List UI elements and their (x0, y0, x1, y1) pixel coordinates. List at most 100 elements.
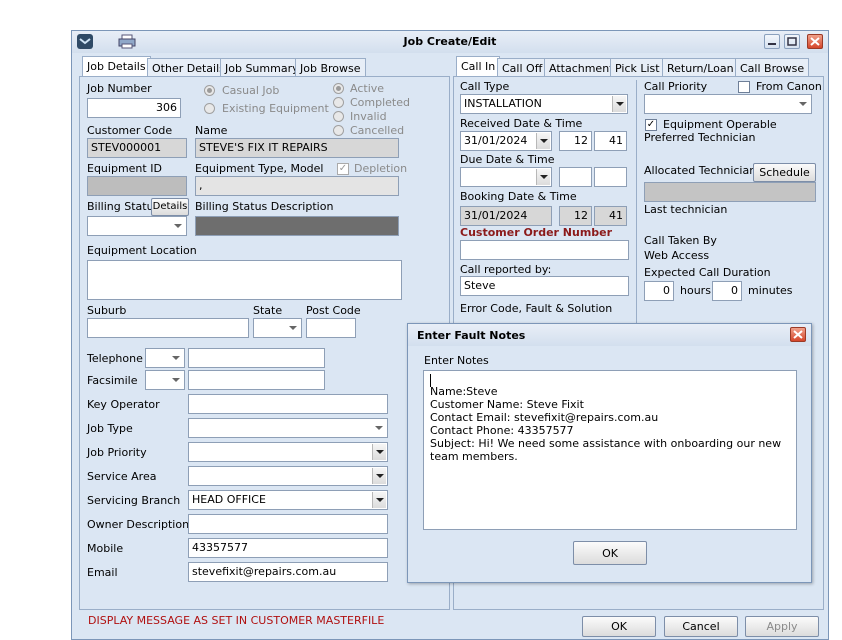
email-label: Email (87, 566, 118, 579)
call-reported-by-input[interactable]: Steve (460, 276, 629, 296)
dialog-ok-button[interactable]: OK (573, 541, 647, 565)
maximize-button[interactable] (784, 34, 800, 49)
state-select[interactable] (253, 318, 302, 338)
mobile-input[interactable]: 43357577 (188, 538, 388, 558)
equipment-operable-checkbox[interactable]: ✓ (645, 119, 657, 131)
status-active-radio[interactable] (333, 83, 344, 94)
schedule-button[interactable]: Schedule (753, 163, 816, 182)
tab-job-browse[interactable]: Job Browse (295, 58, 366, 77)
fault-notes-textarea[interactable]: Name:Steve Customer Name: Steve Fixit Co… (423, 370, 797, 530)
existing-equipment-label: Existing Equipment (222, 102, 329, 115)
note-line: Name:Steve (430, 385, 498, 398)
equipment-id-field[interactable] (87, 176, 187, 196)
facsimile-label: Facsimile (87, 374, 138, 387)
allocated-technician-label: Allocated Technician (644, 164, 757, 177)
minutes-label: minutes (748, 284, 793, 297)
dialog-close-button[interactable] (790, 327, 806, 342)
equipment-type-field: , (195, 176, 399, 196)
servicing-branch-select[interactable]: HEAD OFFICE (188, 490, 388, 510)
tab-call-in[interactable]: Call In (456, 56, 501, 77)
dialog-title-bar: Enter Fault Notes (408, 324, 811, 346)
booking-minute-field: 41 (594, 206, 627, 226)
facsimile-prefix-select[interactable] (145, 370, 185, 390)
key-operator-label: Key Operator (87, 398, 160, 411)
equipment-location-textarea[interactable] (87, 260, 402, 300)
from-canon-label: From Canon (756, 80, 822, 93)
service-area-label: Service Area (87, 470, 157, 483)
telephone-label: Telephone (87, 352, 143, 365)
mobile-label: Mobile (87, 542, 124, 555)
call-taken-by-label: Call Taken By (644, 234, 717, 247)
call-priority-select[interactable] (644, 94, 812, 114)
billing-status-label: Billing Status (87, 200, 160, 213)
existing-equipment-radio[interactable] (204, 103, 215, 114)
fault-notes-dialog: Enter Fault Notes Enter Notes Name:Steve… (407, 323, 812, 583)
equipment-type-label: Equipment Type, Model (195, 162, 324, 175)
received-hour-input[interactable]: 12 (559, 131, 592, 151)
customer-order-number-input[interactable] (460, 240, 629, 260)
tab-call-browse[interactable]: Call Browse (735, 58, 810, 77)
casual-job-label: Casual Job (222, 84, 280, 97)
from-canon-checkbox[interactable] (738, 81, 750, 93)
tab-return-loan[interactable]: Return/Loan (662, 58, 739, 77)
depletion-label: Depletion (354, 162, 408, 175)
job-priority-select[interactable] (188, 442, 388, 462)
job-number-input[interactable]: 306 (87, 98, 181, 118)
status-invalid-radio[interactable] (333, 111, 344, 122)
note-line: Contact Phone: 43357577 (430, 424, 574, 437)
facsimile-input[interactable] (188, 370, 325, 390)
close-button[interactable] (807, 34, 823, 49)
booking-datetime-label: Booking Date & Time (460, 190, 577, 203)
tab-call-off[interactable]: Call Off (497, 58, 548, 77)
job-type-label: Job Type (87, 422, 133, 435)
status-active-label: Active (350, 82, 385, 95)
due-hour-input[interactable] (559, 167, 592, 187)
tab-job-details[interactable]: Job Details (82, 56, 151, 77)
status-completed-radio[interactable] (333, 97, 344, 108)
state-label: State (253, 304, 283, 317)
due-minute-input[interactable] (594, 167, 627, 187)
customer-display-message: DISPLAY MESSAGE AS SET IN CUSTOMER MASTE… (88, 614, 385, 627)
job-number-label: Job Number (87, 82, 152, 95)
job-type-select[interactable] (188, 418, 388, 438)
casual-job-radio[interactable] (204, 85, 215, 96)
received-minute-input[interactable]: 41 (594, 131, 627, 151)
telephone-prefix-select[interactable] (145, 348, 185, 368)
customer-order-number-label: Customer Order Number (460, 226, 613, 239)
tab-pick-list[interactable]: Pick List (610, 58, 665, 77)
call-priority-label: Call Priority (644, 80, 708, 93)
status-cancelled-radio[interactable] (333, 125, 344, 136)
received-date-value: 31/01/2024 (464, 134, 528, 147)
due-date-picker[interactable] (460, 167, 552, 187)
billing-details-button[interactable]: Details (151, 198, 189, 216)
suburb-input[interactable] (87, 318, 249, 338)
tab-job-summary[interactable]: Job Summary (220, 58, 304, 77)
key-operator-input[interactable] (188, 394, 388, 414)
service-area-select[interactable] (188, 466, 388, 486)
preferred-technician-label: Preferred Technician (644, 131, 756, 144)
tab-attachment[interactable]: Attachment (544, 58, 619, 77)
status-completed-label: Completed (350, 96, 410, 109)
customer-code-label: Customer Code (87, 124, 173, 137)
post-code-input[interactable] (306, 318, 356, 338)
servicing-branch-label: Servicing Branch (87, 494, 181, 507)
call-type-select[interactable]: INSTALLATION (460, 94, 628, 114)
telephone-input[interactable] (188, 348, 325, 368)
due-datetime-label: Due Date & Time (460, 153, 555, 166)
duration-minutes-input[interactable]: 0 (712, 281, 742, 301)
duration-hours-input[interactable]: 0 (644, 281, 674, 301)
text-cursor (430, 374, 431, 387)
minimize-button[interactable] (764, 34, 780, 49)
hours-label: hours (680, 284, 711, 297)
tab-other-details[interactable]: Other Details (147, 58, 230, 77)
expected-duration-label: Expected Call Duration (644, 266, 771, 279)
owner-description-input[interactable] (188, 514, 388, 534)
note-line: Customer Name: Steve Fixit (430, 398, 584, 411)
received-date-picker[interactable]: 31/01/2024 (460, 131, 552, 151)
servicing-branch-value: HEAD OFFICE (192, 493, 266, 506)
call-taken-by-value: Web Access (644, 249, 710, 262)
error-code-label: Error Code, Fault & Solution (460, 302, 613, 315)
depletion-checkbox[interactable]: ✓ (337, 163, 349, 175)
billing-status-select[interactable] (87, 216, 187, 236)
email-input[interactable]: stevefixit@repairs.com.au (188, 562, 388, 582)
